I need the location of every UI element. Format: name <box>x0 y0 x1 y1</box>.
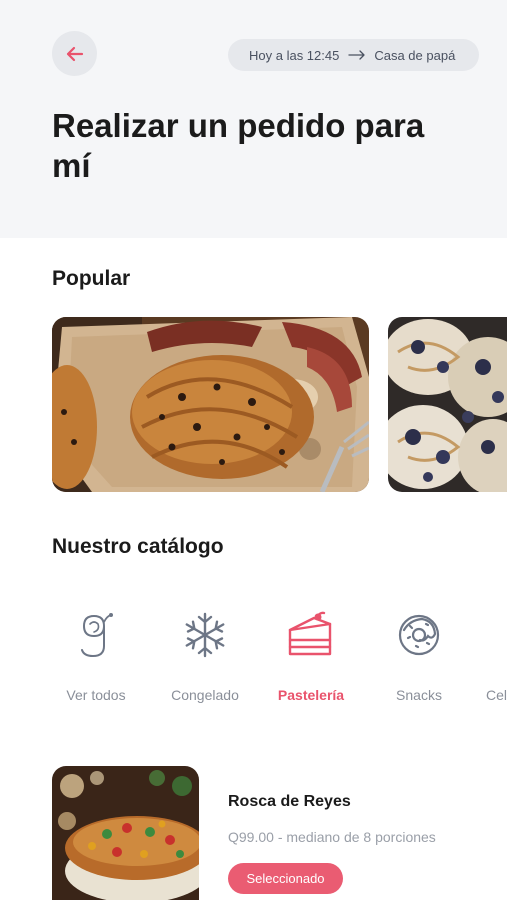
arrow-right-icon <box>348 50 366 60</box>
category-snacks[interactable]: Snacks <box>365 605 473 703</box>
category-label: Congelado <box>171 687 239 703</box>
page-title: Realizar un pedido para mí <box>52 107 425 184</box>
popular-item-blueberry-rolls[interactable] <box>388 317 507 492</box>
category-pasteleria[interactable]: Pastelería <box>257 605 365 703</box>
category-label: Snacks <box>396 687 442 703</box>
delivery-time: Hoy a las 12:45 <box>249 47 340 63</box>
product-image[interactable] <box>52 766 199 900</box>
delivery-info-pill[interactable]: Hoy a las 12:45 Casa de papá <box>228 39 479 71</box>
g-logo-icon <box>42 605 150 665</box>
popular-section-title: Popular <box>52 267 131 290</box>
category-label: Cel <box>486 687 507 703</box>
category-label: Ver todos <box>66 687 126 703</box>
product-name: Rosca de Reyes <box>228 793 351 810</box>
popular-item-croissant[interactable] <box>52 317 369 492</box>
cake-slice-icon <box>257 605 365 665</box>
rosca-photo <box>52 766 199 900</box>
donut-icon <box>365 605 473 665</box>
croissant-photo <box>52 317 369 492</box>
selected-button[interactable]: Seleccionado <box>228 863 343 894</box>
category-congelado[interactable]: Congelado <box>151 605 259 703</box>
header: Hoy a las 12:45 Casa de papá Realizar un… <box>0 0 507 238</box>
delivery-place: Casa de papá <box>374 47 456 63</box>
category-partial[interactable]: Cel <box>486 605 507 703</box>
snowflake-icon <box>151 605 259 665</box>
back-button[interactable] <box>52 31 97 76</box>
category-ver-todos[interactable]: Ver todos <box>42 605 150 703</box>
product-description: Q99.00 - mediano de 8 porciones <box>228 829 436 845</box>
category-label: Pastelería <box>277 687 345 703</box>
blueberry-rolls-photo <box>388 317 507 492</box>
arrow-left-icon <box>66 46 83 61</box>
catalog-section-title: Nuestro catálogo <box>52 535 224 558</box>
